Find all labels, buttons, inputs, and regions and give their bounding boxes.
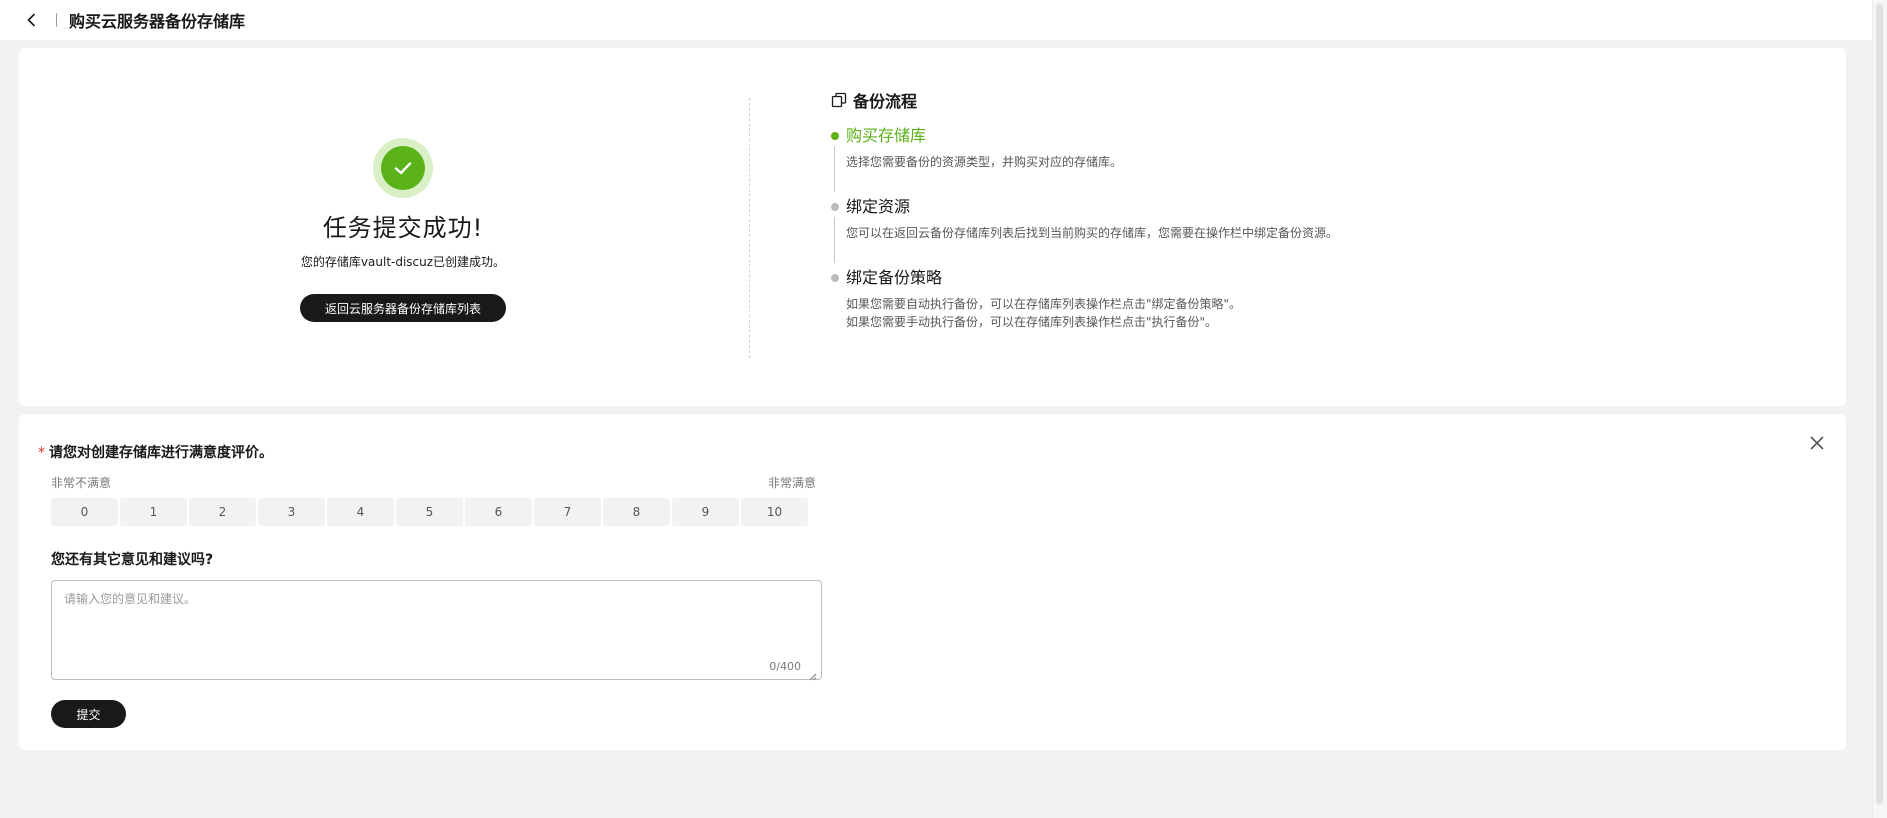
feedback-question: 您还有其它意见和建议吗?	[51, 552, 214, 568]
required-mark: *	[38, 445, 45, 461]
step-dot	[831, 274, 839, 282]
close-icon[interactable]	[1808, 434, 1826, 452]
process-steps: 购买存储库 选择您需要备份的资源类型，并购买对应的存储库。 绑定资源 您可以在返…	[831, 126, 1631, 331]
score-button-4[interactable]: 4	[327, 498, 394, 526]
success-card: 任务提交成功! 您的存储库vault-discuz已创建成功。 返回云服务器备份…	[19, 48, 1846, 406]
satisfaction-question-label: 请您对创建存储库进行满意度评价。	[49, 445, 273, 461]
scrollbar[interactable]	[1872, 0, 1887, 818]
scale-low-label: 非常不满意	[51, 476, 112, 490]
step-bind-resource: 绑定资源 您可以在返回云备份存储库列表后找到当前购买的存储库，您需要在操作栏中绑…	[831, 197, 1631, 263]
vertical-divider	[749, 98, 750, 358]
step-description: 您可以在返回云备份存储库列表后找到当前购买的存储库，您需要在操作栏中绑定备份资源…	[846, 226, 1339, 240]
copy-icon	[831, 92, 847, 108]
page-title: 购买云服务器备份存储库	[69, 12, 246, 31]
score-button-0[interactable]: 0	[51, 498, 118, 526]
score-button-6[interactable]: 6	[465, 498, 532, 526]
back-icon[interactable]	[12, 0, 52, 40]
satisfaction-question: * 请您对创建存储库进行满意度评价。	[38, 442, 273, 462]
step-description: 如果您需要自动执行备份，可以在存储库列表操作栏点击"绑定备份策略"。 如果您需要…	[846, 295, 1631, 331]
score-button-9[interactable]: 9	[672, 498, 739, 526]
step-dot-active	[831, 132, 839, 140]
step-buy-vault: 购买存储库 选择您需要备份的资源类型，并购买对应的存储库。	[831, 126, 1631, 192]
process-title-label: 备份流程	[853, 92, 918, 111]
step-title: 绑定备份策略	[846, 268, 943, 287]
step-title: 购买存储库	[846, 126, 927, 145]
check-circle-icon	[373, 138, 433, 198]
step-description-line: 如果您需要手动执行备份，可以在存储库列表操作栏点击"执行备份"。	[846, 315, 1218, 329]
step-description-line: 如果您需要自动执行备份，可以在存储库列表操作栏点击"绑定备份策略"。	[846, 297, 1242, 311]
score-button-8[interactable]: 8	[603, 498, 670, 526]
feedback-box: 0/400	[51, 580, 822, 681]
scale-labels: 非常不满意 非常满意	[51, 474, 816, 491]
backup-process: 备份流程 购买存储库 选择您需要备份的资源类型，并购买对应的存储库。 绑定资源 …	[831, 88, 1631, 331]
page-header: 购买云服务器备份存储库	[0, 0, 1872, 40]
score-button-2[interactable]: 2	[189, 498, 256, 526]
char-count: 0/400	[769, 660, 801, 673]
score-button-7[interactable]: 7	[534, 498, 601, 526]
feedback-textarea[interactable]	[52, 581, 821, 679]
process-title: 备份流程	[831, 88, 1631, 112]
step-bind-policy: 绑定备份策略 如果您需要自动执行备份，可以在存储库列表操作栏点击"绑定备份策略"…	[831, 268, 1631, 331]
return-to-vault-list-button[interactable]: 返回云服务器备份存储库列表	[300, 294, 506, 322]
survey-card: * 请您对创建存储库进行满意度评价。 非常不满意 非常满意 0 1 2 3 4 5…	[19, 414, 1846, 750]
scrollbar-thumb[interactable]	[1876, 4, 1883, 804]
success-description: 您的存储库vault-discuz已创建成功。	[300, 255, 506, 269]
step-title: 绑定资源	[846, 197, 911, 216]
success-block: 任务提交成功! 您的存储库vault-discuz已创建成功。 返回云服务器备份…	[203, 138, 603, 322]
step-connector	[834, 146, 835, 192]
score-button-3[interactable]: 3	[258, 498, 325, 526]
step-description: 选择您需要备份的资源类型，并购买对应的存储库。	[846, 155, 1123, 169]
success-title: 任务提交成功!	[322, 214, 484, 242]
score-button-5[interactable]: 5	[396, 498, 463, 526]
step-dot	[831, 203, 839, 211]
resize-handle-icon[interactable]	[808, 666, 817, 681]
satisfaction-scale: 0 1 2 3 4 5 6 7 8 9 10	[51, 498, 808, 526]
scale-high-label: 非常满意	[767, 476, 816, 490]
header-divider	[56, 13, 57, 27]
score-button-10[interactable]: 10	[741, 498, 808, 526]
step-connector	[834, 217, 835, 263]
submit-button[interactable]: 提交	[51, 700, 126, 728]
score-button-1[interactable]: 1	[120, 498, 187, 526]
